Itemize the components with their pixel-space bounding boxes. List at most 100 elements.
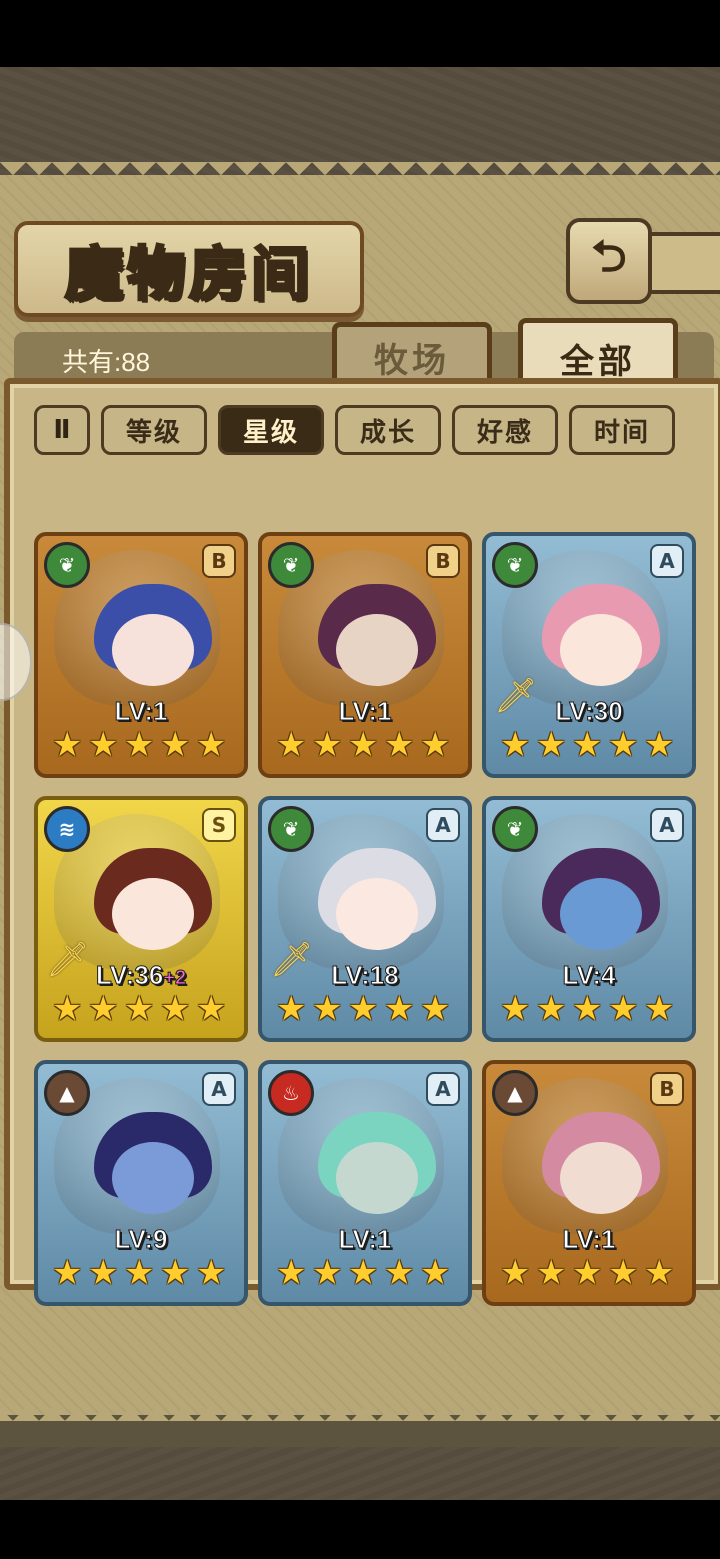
monster-card[interactable]: ♨ A LV:1 ★ ★ ★ ★ ★	[258, 1060, 472, 1306]
map-border-bottom	[0, 1447, 720, 1500]
sort-growth-button[interactable]: 成长	[335, 405, 441, 455]
star-icon: ★	[644, 989, 675, 1029]
return-arrow-icon: ⮌	[591, 230, 627, 282]
star-icon: ★	[536, 725, 567, 765]
star-icon: ★	[124, 725, 155, 765]
monster-level: LV:9	[38, 1224, 244, 1255]
nature-element-icon: ❦	[268, 542, 314, 588]
earth-element-icon: ▲	[44, 1070, 90, 1116]
level-text: LV:1	[562, 1224, 616, 1255]
star-icon: ★	[608, 1253, 639, 1293]
monster-level: LV:36+2	[38, 960, 244, 991]
star-icon: ★	[420, 989, 451, 1029]
star-icon: ★	[384, 989, 415, 1029]
tab-ranch-label: 牧场	[374, 340, 450, 381]
star-icon: ★	[196, 1253, 227, 1293]
star-rating: ★ ★ ★ ★ ★	[272, 728, 458, 766]
sort-time-button[interactable]: 时间	[569, 405, 675, 455]
rank-badge: S	[202, 808, 236, 842]
monster-face	[560, 614, 642, 686]
map-border-top	[0, 67, 720, 175]
sort-affection-label: 好感	[476, 417, 533, 448]
monster-card[interactable]: ❦ A 🗡 LV:18 ★ ★ ★ ★ ★	[258, 796, 472, 1042]
monster-face	[336, 614, 418, 686]
monster-card[interactable]: ≋ S 🗡 LV:36+2 ★ ★ ★ ★ ★	[34, 796, 248, 1042]
monster-card[interactable]: ❦ B LV:1 ★ ★ ★ ★ ★	[258, 532, 472, 778]
star-icon: ★	[500, 725, 531, 765]
water-element-icon: ≋	[44, 806, 90, 852]
star-icon: ★	[52, 1253, 83, 1293]
monster-card[interactable]: ❦ B LV:1 ★ ★ ★ ★ ★	[34, 532, 248, 778]
sort-order-toggle[interactable]: Ⅱ	[34, 405, 90, 455]
sort-level-button[interactable]: 等级	[101, 405, 207, 455]
star-icon: ★	[420, 725, 451, 765]
monster-face	[112, 614, 194, 686]
star-icon: ★	[500, 989, 531, 1029]
monster-face	[112, 878, 194, 950]
rank-badge: A	[426, 1072, 460, 1106]
monster-card[interactable]: ▲ B LV:1 ★ ★ ★ ★ ★	[482, 1060, 696, 1306]
rank-badge: A	[202, 1072, 236, 1106]
monster-face	[112, 1142, 194, 1214]
rank-badge: B	[426, 544, 460, 578]
monster-count: 共有:88	[62, 347, 151, 377]
monster-level: LV:30	[486, 696, 692, 727]
star-rating: ★ ★ ★ ★ ★	[48, 728, 234, 766]
monster-card[interactable]: ▲ A LV:9 ★ ★ ★ ★ ★	[34, 1060, 248, 1306]
rank-badge: A	[426, 808, 460, 842]
star-icon: ★	[348, 725, 379, 765]
star-icon: ★	[644, 725, 675, 765]
star-icon: ★	[196, 725, 227, 765]
monster-face	[560, 878, 642, 950]
page-title-text: 魔物房间	[63, 239, 313, 310]
star-icon: ★	[572, 989, 603, 1029]
star-icon: ★	[196, 989, 227, 1029]
back-button-rail	[644, 232, 720, 294]
star-rating: ★ ★ ★ ★ ★	[272, 1256, 458, 1294]
star-rating: ★ ★ ★ ★ ★	[496, 1256, 682, 1294]
nature-element-icon: ❦	[492, 542, 538, 588]
star-icon: ★	[276, 989, 307, 1029]
star-rating: ★ ★ ★ ★ ★	[496, 992, 682, 1030]
paper-edge-top	[0, 162, 720, 188]
monster-card[interactable]: ❦ A LV:4 ★ ★ ★ ★ ★	[482, 796, 696, 1042]
star-icon: ★	[572, 725, 603, 765]
star-rating: ★ ★ ★ ★ ★	[496, 728, 682, 766]
star-icon: ★	[124, 1253, 155, 1293]
rank-badge: B	[202, 544, 236, 578]
paper-edge-bottom	[0, 1395, 720, 1421]
star-icon: ★	[348, 989, 379, 1029]
star-icon: ★	[312, 725, 343, 765]
star-icon: ★	[160, 725, 191, 765]
star-icon: ★	[88, 725, 119, 765]
back-button[interactable]: ⮌	[566, 218, 652, 304]
level-text: LV:18	[331, 960, 399, 991]
tab-all-label: 全部	[560, 341, 636, 382]
star-rating: ★ ★ ★ ★ ★	[272, 992, 458, 1030]
level-text: LV:1	[114, 696, 168, 727]
page-title: 魔物房间	[14, 221, 364, 317]
monster-face	[336, 878, 418, 950]
monster-level: LV:4	[486, 960, 692, 991]
star-icon: ★	[384, 1253, 415, 1293]
star-icon: ★	[160, 1253, 191, 1293]
star-icon: ★	[348, 1253, 379, 1293]
nature-element-icon: ❦	[44, 542, 90, 588]
nature-element-icon: ❦	[492, 806, 538, 852]
star-icon: ★	[52, 989, 83, 1029]
star-icon: ★	[88, 989, 119, 1029]
monster-level: LV:1	[486, 1224, 692, 1255]
level-text: LV:1	[338, 1224, 392, 1255]
level-text: LV:9	[114, 1224, 168, 1255]
level-text: LV:4	[562, 960, 616, 991]
monster-face	[336, 1142, 418, 1214]
star-icon: ★	[52, 725, 83, 765]
sort-affection-button[interactable]: 好感	[452, 405, 558, 455]
monster-card[interactable]: ❦ A 🗡 LV:30 ★ ★ ★ ★ ★	[482, 532, 696, 778]
sort-star-button[interactable]: 星级	[218, 405, 324, 455]
star-icon: ★	[500, 1253, 531, 1293]
star-icon: ★	[608, 989, 639, 1029]
star-rating: ★ ★ ★ ★ ★	[48, 1256, 234, 1294]
star-icon: ★	[536, 989, 567, 1029]
sort-growth-label: 成长	[359, 417, 416, 448]
